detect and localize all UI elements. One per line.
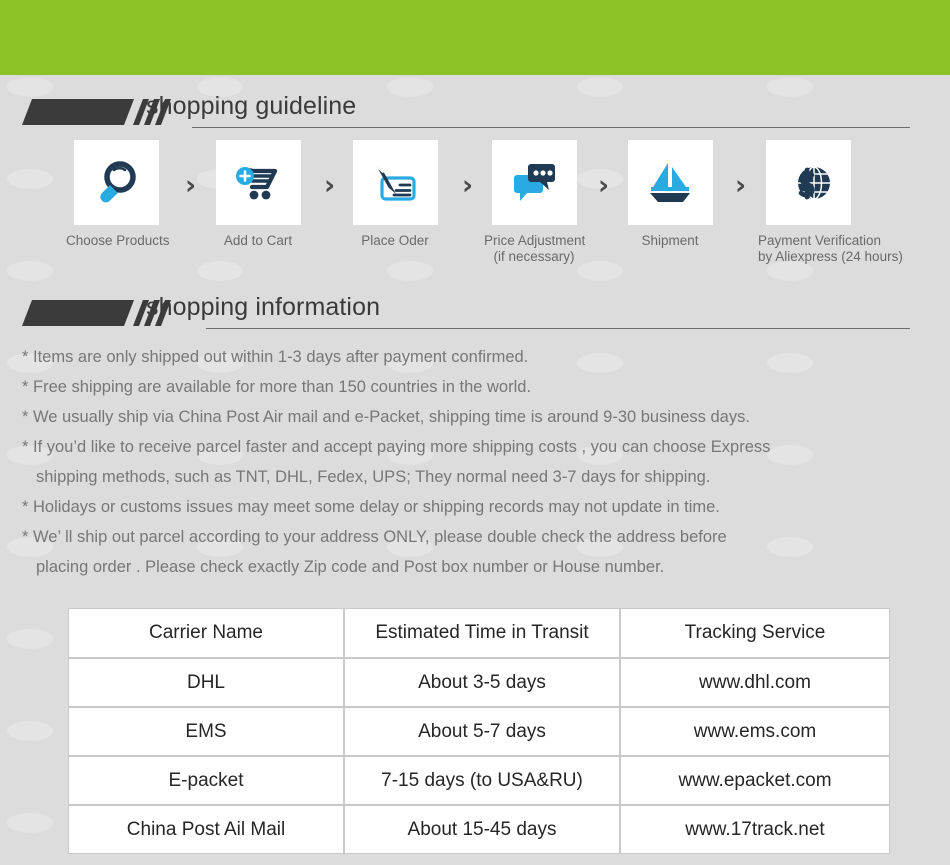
step-chevron-icon-1: › xyxy=(185,170,197,201)
add-to-cart-icon xyxy=(215,140,301,225)
table-row: EMS About 5-7 days www.ems.com xyxy=(68,707,890,756)
table-row: China Post Ail Mail About 15-45 days www… xyxy=(68,805,890,854)
step-price-adjustment[interactable]: Price Adjustment (if necessary) xyxy=(484,140,586,265)
sailboat-icon xyxy=(627,140,713,225)
section-header-information: shopping information xyxy=(0,293,950,338)
info-line: * If you’d like to receive parcel faster… xyxy=(22,432,934,492)
table-header-row: Carrier Name Estimated Time in Transit T… xyxy=(68,608,890,658)
step-place-order[interactable]: Place Oder xyxy=(345,140,445,249)
header-parallelogram-icon xyxy=(22,300,134,326)
table-cell-carrier: China Post Ail Mail xyxy=(68,805,344,854)
step-add-to-cart[interactable]: Add to Cart xyxy=(208,140,308,249)
step-label-sub: by Aliexpress (24 hours) xyxy=(758,249,903,264)
top-green-banner xyxy=(0,0,950,75)
table-cell-tracking[interactable]: www.epacket.com xyxy=(620,756,890,805)
table-cell-transit: About 15-45 days xyxy=(344,805,620,854)
step-label: Payment Verification xyxy=(758,233,882,248)
table-header-cell: Estimated Time in Transit xyxy=(344,608,620,658)
magnifier-icon xyxy=(73,140,159,225)
step-chevron-icon-2: › xyxy=(324,170,336,201)
dollar-globe-icon xyxy=(765,140,851,225)
step-label: Price Adjustment xyxy=(484,233,586,248)
step-chevron-icon-5: › xyxy=(735,170,747,201)
header-parallelogram-icon xyxy=(22,99,134,125)
step-label-sub: (if necessary) xyxy=(493,249,575,264)
table-cell-tracking[interactable]: www.17track.net xyxy=(620,805,890,854)
step-payment-verification[interactable]: Payment Verification by Aliexpress (24 h… xyxy=(758,140,903,265)
info-line: * We usually ship via China Post Air mai… xyxy=(22,408,750,426)
step-label: Add to Cart xyxy=(223,233,293,248)
step-label: Place Oder xyxy=(361,233,429,248)
step-choose-products[interactable]: Choose Products xyxy=(66,140,170,249)
carrier-table: Carrier Name Estimated Time in Transit T… xyxy=(68,608,890,854)
header-rule xyxy=(192,127,910,128)
table-cell-tracking[interactable]: www.dhl.com xyxy=(620,658,890,707)
step-label: Shipment xyxy=(641,233,699,248)
step-chevron-icon-4: › xyxy=(598,170,610,201)
table-header-cell: Carrier Name xyxy=(68,608,344,658)
step-chevron-icon-3: › xyxy=(462,170,474,201)
table-row: DHL About 3-5 days www.dhl.com xyxy=(68,658,890,707)
table-cell-transit: About 3-5 days xyxy=(344,658,620,707)
info-line: * We’ ll ship out parcel according to yo… xyxy=(22,522,934,582)
info-line: * Items are only shipped out within 1-3 … xyxy=(22,348,529,366)
step-shipment[interactable]: Shipment xyxy=(620,140,720,249)
table-cell-transit: 7-15 days (to USA&RU) xyxy=(344,756,620,805)
info-line-continued: shipping methods, such as TNT, DHL, Fede… xyxy=(36,468,711,486)
info-line: * Free shipping are available for more t… xyxy=(22,378,532,396)
section-title-information: shopping information xyxy=(146,293,381,321)
table-row: E-packet 7-15 days (to USA&RU) www.epack… xyxy=(68,756,890,805)
chat-bubbles-icon xyxy=(491,140,577,225)
section-header-guideline: shopping guideline xyxy=(0,92,950,137)
section-title-guideline: shopping guideline xyxy=(146,92,357,120)
table-cell-carrier: E-packet xyxy=(68,756,344,805)
shopping-information-list: * Items are only shipped out within 1-3 … xyxy=(22,342,934,582)
pen-check-icon xyxy=(352,140,438,225)
table-cell-carrier: DHL xyxy=(68,658,344,707)
table-cell-carrier: EMS xyxy=(68,707,344,756)
info-line: * Holidays or customs issues may meet so… xyxy=(22,498,720,516)
process-steps: Choose Products › Add to Cart › Place Od… xyxy=(0,140,950,275)
step-label: Choose Products xyxy=(66,233,170,248)
header-rule xyxy=(206,328,910,329)
table-header-cell: Tracking Service xyxy=(620,608,890,658)
table-cell-transit: About 5-7 days xyxy=(344,707,620,756)
info-line-continued: placing order . Please check exactly Zip… xyxy=(36,558,665,576)
table-cell-tracking[interactable]: www.ems.com xyxy=(620,707,890,756)
